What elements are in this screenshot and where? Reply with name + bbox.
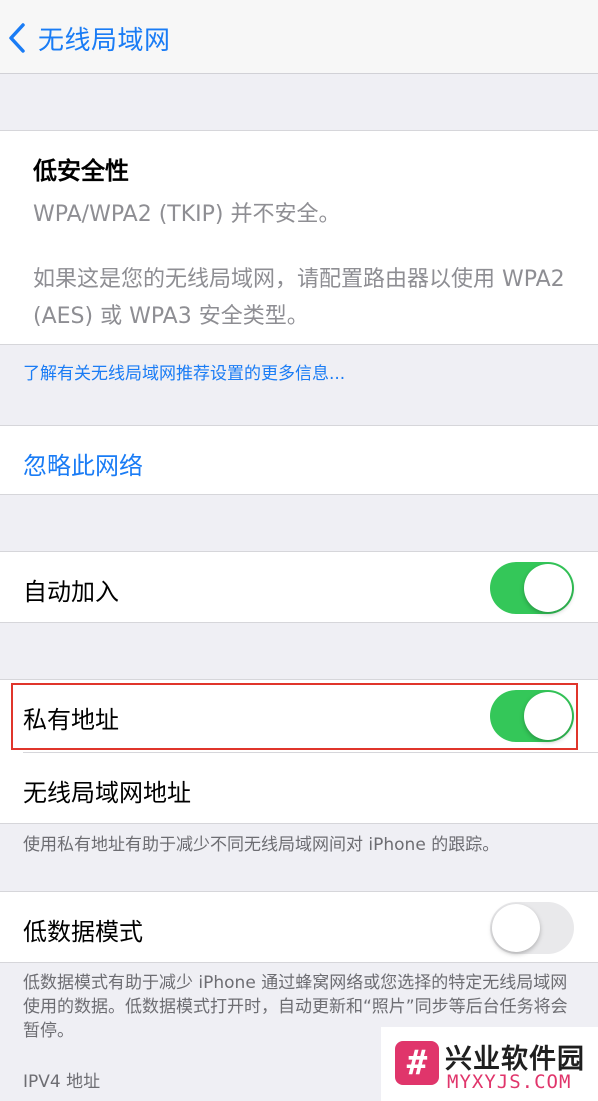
security-warning-card: 低安全性 WPA/WPA2 (TKIP) 并不安全。 如果这是您的无线局域网，请… xyxy=(0,130,598,345)
watermark-url: MYXYJS.COM xyxy=(447,1071,572,1093)
toggle-knob xyxy=(524,564,572,612)
warning-title: 低安全性 xyxy=(33,157,129,185)
watermark-logo: # 兴业软件园 MYXYJS.COM xyxy=(381,1027,598,1101)
ipv4-section-header: IPV4 地址 xyxy=(23,1072,101,1092)
learn-more-link[interactable]: 了解有关无线局域网推荐设置的更多信息... xyxy=(23,359,345,384)
chevron-left-icon xyxy=(8,22,36,54)
navigation-bar: 无线局域网 xyxy=(0,0,598,74)
private-address-toggle[interactable] xyxy=(490,690,574,742)
auto-join-label: 自动加入 xyxy=(23,578,119,606)
low-data-mode-label: 低数据模式 xyxy=(23,918,143,946)
watermark-badge: # xyxy=(395,1041,439,1085)
private-address-footer: 使用私有地址有助于减少不同无线局域网间对 iPhone 的跟踪。 xyxy=(23,835,500,855)
warning-subtitle: WPA/WPA2 (TKIP) 并不安全。 xyxy=(33,202,341,227)
warning-body: 如果这是您的无线局域网，请配置路由器以使用 WPA2 (AES) 或 WPA3 … xyxy=(33,267,565,329)
private-address-label: 私有地址 xyxy=(23,706,119,734)
row-divider xyxy=(23,752,598,753)
wifi-address-label: 无线局域网地址 xyxy=(23,779,191,807)
low-data-mode-toggle[interactable] xyxy=(490,902,574,954)
back-button[interactable]: 无线局域网 xyxy=(8,18,171,58)
toggle-knob xyxy=(492,904,540,952)
forget-network-cell[interactable]: 忽略此网络 xyxy=(0,425,598,495)
back-button-label: 无线局域网 xyxy=(38,25,171,56)
low-data-mode-row: 低数据模式 xyxy=(0,891,598,963)
forget-network-label: 忽略此网络 xyxy=(23,452,143,480)
auto-join-toggle[interactable] xyxy=(490,562,574,614)
auto-join-row: 自动加入 xyxy=(0,551,598,623)
toggle-knob xyxy=(524,692,572,740)
private-address-group: 私有地址 无线局域网地址 xyxy=(0,679,598,824)
